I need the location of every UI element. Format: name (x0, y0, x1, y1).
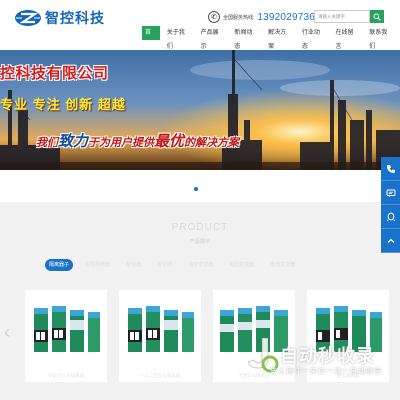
hotline: ✆ 全国服务热线: 13920297361 (208, 9, 321, 25)
products-title: PRODUCT (171, 222, 229, 233)
page: 智控科技 ✆ 全国服务热线: 13920297361 请输入关键字 首页 关于我… (0, 0, 400, 400)
header: 智控科技 ✆ 全国服务热线: 13920297361 请输入关键字 首页 关于我… (0, 0, 400, 50)
logo[interactable]: 智控科技 (14, 8, 105, 28)
search-button[interactable] (370, 10, 384, 23)
tagline-mid: 于为用户提供 (88, 137, 155, 149)
hero-banner[interactable]: 控科技有限公司 专业 专注 创新 超越 我们致力于为用户提供最优的解决方案 (0, 50, 400, 170)
banner-pagination-area (0, 170, 400, 202)
side-top-button[interactable] (381, 229, 400, 253)
tagline-em2: 最优 (154, 133, 185, 150)
watermark: 自动秒收录 做上插件一来访一次一自动收录 (240, 328, 400, 400)
arrow-up-icon (387, 238, 394, 243)
banner-slogan: 专业 专注 创新 超越 (0, 97, 126, 112)
product-label: 一入二出信号隔离器 (139, 373, 181, 378)
hotline-label: 全国服务热线: (223, 14, 255, 21)
search: 请输入关键字 (314, 10, 384, 23)
product-tabs: 隔离器子 信号隔离器 配电器 安全栅 温度变送器 电压变送器 电流变送器 (45, 259, 307, 271)
nav-about[interactable]: 关于我们 (164, 26, 194, 50)
phone-icon (386, 164, 395, 173)
search-input[interactable]: 请输入关键字 (314, 10, 370, 23)
tab-voltage-transmitter[interactable]: 电压变送器 (225, 259, 258, 271)
banner-company-name: 控科技有限公司 (0, 65, 109, 82)
side-message-button[interactable] (381, 181, 400, 205)
product-card[interactable]: 一入二出信号隔离器 (119, 290, 201, 382)
hotline-number: 13920297361 (257, 11, 321, 23)
product-label: 导轨式信号隔离器 (48, 373, 84, 378)
tab-signal-isolator[interactable]: 信号隔离器 (81, 259, 114, 271)
product-image (34, 306, 100, 352)
slider-dot[interactable] (194, 187, 198, 191)
tab-current-transmitter[interactable]: 电流变送器 (266, 259, 299, 271)
tab-temperature-transmitter[interactable]: 温度变送器 (184, 259, 217, 271)
logo-text: 智控科技 (45, 11, 105, 27)
banner-tagline: 我们致力于为用户提供最优的解决方案 (36, 130, 239, 151)
nav-contact[interactable]: 联系我们 (366, 26, 396, 50)
search-icon (373, 13, 381, 21)
tagline-em1: 致力 (58, 133, 89, 150)
qq-icon (386, 212, 395, 221)
nav-home[interactable]: 首页 (142, 26, 160, 50)
tab-safety-barrier[interactable]: 安全栅 (153, 259, 176, 271)
nav-news[interactable]: 新闻动态 (231, 26, 261, 50)
tagline-pre: 我们 (36, 137, 58, 149)
logo-icon (15, 10, 41, 26)
side-phone-button[interactable] (381, 157, 400, 181)
floating-contact-bar (381, 157, 400, 253)
tab-distributor[interactable]: 配电器 (122, 259, 145, 271)
product-card[interactable]: 导轨式信号隔离器 (25, 290, 107, 382)
nav-products[interactable]: 产品展示 (198, 26, 228, 50)
watermark-title: 自动秒收录 (280, 346, 375, 366)
message-icon (386, 189, 395, 197)
nav-solutions[interactable]: 解决方案 (265, 26, 295, 50)
side-qq-button[interactable] (381, 205, 400, 229)
tab-isolator[interactable]: 隔离器子 (45, 259, 74, 271)
tagline-post: 的解决方案 (184, 137, 240, 149)
phone-icon: ✆ (208, 11, 220, 23)
products-subtitle: 产品展示 (189, 239, 210, 245)
product-image (128, 306, 194, 352)
nav-industry[interactable]: 行业动态 (299, 26, 329, 50)
main-nav: 首页 关于我们 产品展示 新闻动态 解决方案 行业动态 在线留言 联系我们 (142, 26, 400, 50)
nav-message[interactable]: 在线留言 (333, 26, 363, 50)
watermark-subtitle: 做上插件一来访一次一自动收录 (270, 368, 382, 375)
carousel-prev-icon[interactable]: ‹ (4, 322, 10, 343)
